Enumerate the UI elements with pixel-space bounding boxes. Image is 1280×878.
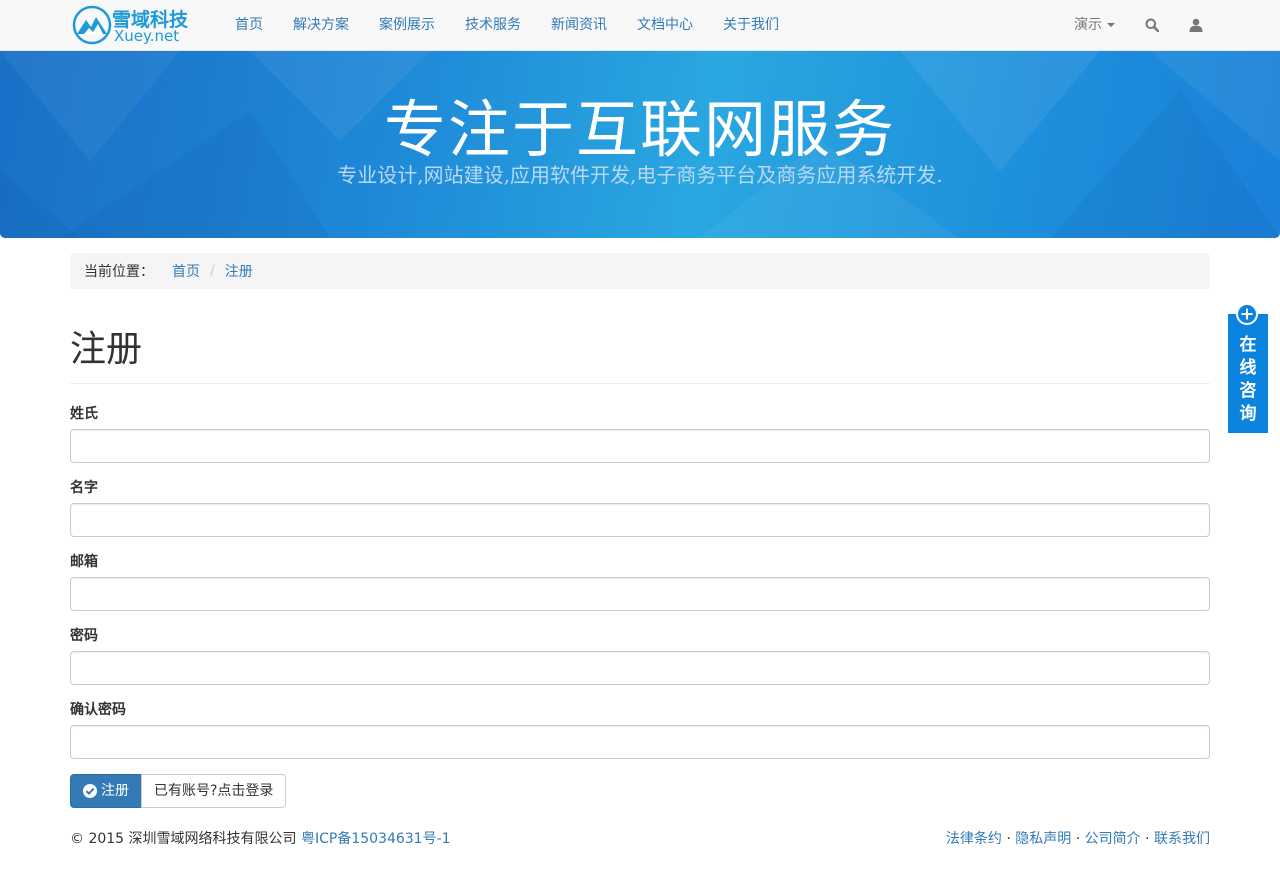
register-button-label: 注册 xyxy=(101,783,129,799)
main-nav: 首页 解决方案 案例展示 技术服务 新闻资讯 文档中心 关于我们 xyxy=(220,0,794,50)
breadcrumb-current[interactable]: 注册 xyxy=(225,261,253,281)
email-input[interactable] xyxy=(70,577,1210,611)
brand-name-en: Xuey.net xyxy=(114,27,180,45)
given-name-input[interactable] xyxy=(70,503,1210,537)
title-divider xyxy=(70,383,1210,384)
nav-right: 演示 xyxy=(1059,0,1218,50)
form-actions: 注册 已有账号?点击登录 xyxy=(70,774,287,808)
given-name-group: 名字 xyxy=(70,478,1210,537)
footer-copyright: © 2015 深圳雪域网络科技有限公司 粤ICP备15034631号-1 xyxy=(70,828,451,848)
search-button[interactable] xyxy=(1130,0,1174,50)
top-navbar: 雪域科技 Xuey.net 首页 解决方案 案例展示 技术服务 新闻资讯 文档中… xyxy=(0,0,1280,51)
email-group: 邮箱 xyxy=(70,552,1210,611)
footer-link-company[interactable]: 公司简介 xyxy=(1085,831,1141,847)
footer-links: 法律条约 · 隐私声明 · 公司简介 · 联系我们 xyxy=(946,828,1210,848)
breadcrumb-separator: / xyxy=(210,263,215,279)
confirm-password-label: 确认密码 xyxy=(70,702,126,718)
demo-dropdown[interactable]: 演示 xyxy=(1059,0,1130,50)
confirm-password-group: 确认密码 xyxy=(70,700,1210,759)
breadcrumb-lead: 当前位置： xyxy=(84,264,154,280)
footer-separator: · xyxy=(1140,831,1154,847)
nav-about[interactable]: 关于我们 xyxy=(708,0,794,50)
hero-banner: 专注于互联网服务 专业设计,网站建设,应用软件开发,电子商务平台及商务应用系统开… xyxy=(0,51,1280,238)
footer-separator: · xyxy=(1001,831,1016,847)
check-circle-icon xyxy=(83,784,97,798)
surname-input[interactable] xyxy=(70,429,1210,463)
footer-separator: · xyxy=(1071,831,1085,847)
banner-subtitle: 专业设计,网站建设,应用软件开发,电子商务平台及商务应用系统开发. xyxy=(337,163,943,187)
online-consult-label: 在线咨询 xyxy=(1239,335,1257,424)
demo-dropdown-label: 演示 xyxy=(1074,17,1102,33)
password-label: 密码 xyxy=(70,628,98,644)
given-name-label: 名字 xyxy=(70,480,98,496)
footer-link-legal[interactable]: 法律条约 xyxy=(946,831,1002,847)
caret-down-icon xyxy=(1107,23,1115,27)
breadcrumb: 当前位置： 首页 / 注册 xyxy=(70,253,1210,289)
page-title: 注册 xyxy=(70,329,143,370)
confirm-password-input[interactable] xyxy=(70,725,1210,759)
banner-title: 专注于互联网服务 xyxy=(383,93,896,166)
user-icon xyxy=(1189,18,1203,32)
breadcrumb-home-link[interactable]: 首页 xyxy=(172,261,200,281)
nav-cases[interactable]: 案例展示 xyxy=(364,0,450,50)
brand-logo[interactable]: 雪域科技 Xuey.net xyxy=(72,4,194,46)
password-input[interactable] xyxy=(70,651,1210,685)
email-label: 邮箱 xyxy=(70,554,98,570)
nav-tech-service[interactable]: 技术服务 xyxy=(450,0,536,50)
nav-solutions[interactable]: 解决方案 xyxy=(278,0,364,50)
nav-home[interactable]: 首页 xyxy=(220,0,278,50)
search-icon xyxy=(1145,18,1159,32)
copyright-text: © 2015 深圳雪域网络科技有限公司 xyxy=(70,831,297,847)
password-group: 密码 xyxy=(70,626,1210,685)
mountain-logo-icon xyxy=(72,5,112,45)
user-button[interactable] xyxy=(1174,0,1218,50)
nav-news[interactable]: 新闻资讯 xyxy=(536,0,622,50)
icp-link[interactable]: 粤ICP备15034631号-1 xyxy=(301,831,451,847)
login-link-button[interactable]: 已有账号?点击登录 xyxy=(141,774,287,808)
online-consult-widget[interactable]: 在线咨询 xyxy=(1228,314,1268,433)
register-button[interactable]: 注册 xyxy=(70,774,142,808)
surname-label: 姓氏 xyxy=(70,406,98,422)
footer-link-contact[interactable]: 联系我们 xyxy=(1154,831,1210,847)
surname-group: 姓氏 xyxy=(70,404,1210,463)
footer-link-privacy[interactable]: 隐私声明 xyxy=(1015,831,1071,847)
plus-circle-icon[interactable] xyxy=(1236,303,1258,325)
nav-docs[interactable]: 文档中心 xyxy=(622,0,708,50)
